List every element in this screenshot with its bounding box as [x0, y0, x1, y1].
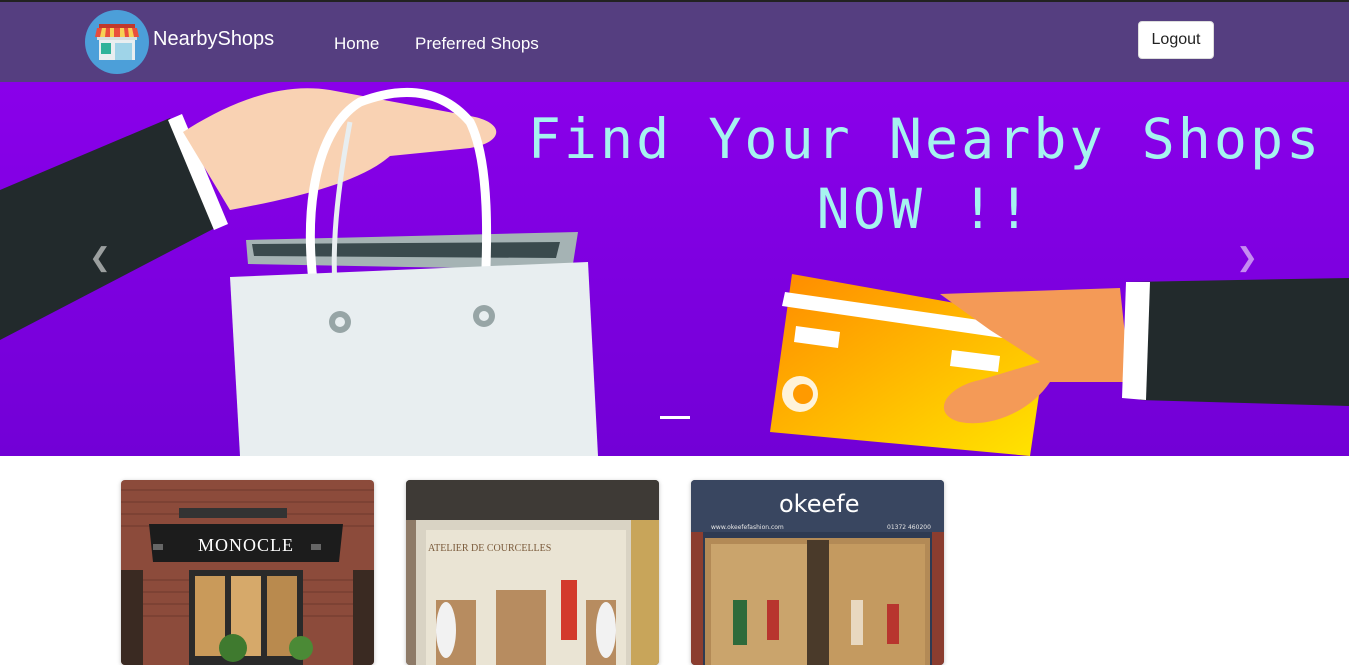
- carousel-next-button[interactable]: ❯: [1227, 238, 1267, 278]
- nav-link-home[interactable]: Home: [334, 34, 379, 54]
- shop-sign-okeefe: okeefe: [779, 490, 860, 518]
- shop-sign-atelier: ATELIER DE COURCELLES: [428, 543, 552, 554]
- hero-title-line-2: NOW !!: [816, 177, 1034, 241]
- shop-photo-atelier: [406, 480, 659, 665]
- nav-link-preferred-shops[interactable]: Preferred Shops: [415, 34, 539, 54]
- top-navbar: NearbyShops Home Preferred Shops Logout: [0, 2, 1349, 82]
- logout-button[interactable]: Logout: [1138, 21, 1214, 59]
- shop-sign-monocle: MONOCLE: [198, 535, 294, 555]
- shop-card[interactable]: MONOCLE: [121, 480, 374, 665]
- shop-phone-okeefe: 01372 460200: [887, 524, 931, 531]
- hero-carousel: Find Your Nearby Shops NOW !! ❮ ❯: [0, 82, 1349, 456]
- hero-title: Find Your Nearby Shops NOW !!: [500, 104, 1349, 244]
- brand-name: NearbyShops: [153, 27, 275, 50]
- shop-website-okeefe: www.okeefefashion.com: [711, 524, 784, 531]
- shop-card[interactable]: ATELIER DE COURCELLES: [406, 480, 659, 665]
- carousel-indicator-active[interactable]: [660, 416, 690, 419]
- hero-title-line-1: Find Your Nearby Shops: [527, 107, 1323, 171]
- shop-logo-icon: [85, 10, 149, 74]
- shop-photo-monocle: [121, 480, 374, 665]
- chevron-left-icon: ❮: [89, 243, 111, 273]
- brand-link[interactable]: NearbyShops: [85, 10, 274, 74]
- chevron-right-icon: ❯: [1236, 243, 1258, 273]
- carousel-prev-button[interactable]: ❮: [80, 238, 120, 278]
- shop-card[interactable]: okeefe www.okeefefashion.com 01372 46020…: [691, 480, 944, 665]
